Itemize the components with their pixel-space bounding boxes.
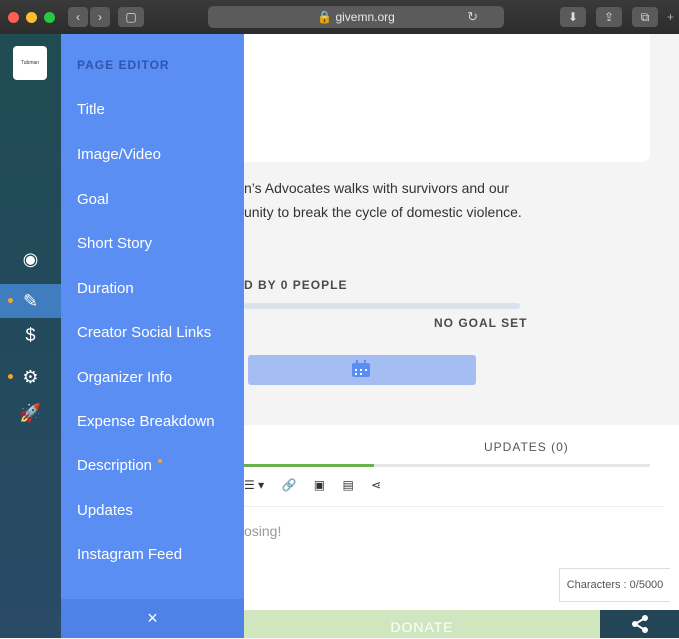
menu-item-instagram-feed[interactable]: Instagram Feed: [77, 546, 182, 563]
address-bar[interactable]: 🔒 givemn.org ↻: [208, 6, 504, 28]
rocket-icon[interactable]: 🚀: [0, 396, 61, 430]
menu-item-organizer-info[interactable]: Organizer Info: [77, 369, 172, 386]
organization-logo[interactable]: Tubman: [13, 46, 47, 80]
new-tab-icon[interactable]: +: [662, 7, 679, 27]
dollar-icon[interactable]: $: [0, 318, 61, 352]
reload-icon[interactable]: ↻: [467, 6, 478, 28]
date-button[interactable]: [248, 355, 476, 385]
editor-input[interactable]: osing!: [244, 523, 281, 539]
image-icon[interactable]: ▣: [314, 478, 325, 492]
pencil-icon[interactable]: ✎: [0, 284, 61, 318]
short-story: n’s Advocates walks with survivors and o…: [244, 176, 522, 224]
goal-status: NO GOAL SET: [434, 316, 528, 330]
menu-item-creator-social-links[interactable]: Creator Social Links: [77, 324, 211, 341]
menu-item-goal[interactable]: Goal: [77, 191, 109, 208]
menu-item-title[interactable]: Title: [77, 101, 105, 118]
page-editor-panel: PAGE EDITOR Title Image/Video Goal Short…: [61, 34, 244, 638]
gears-icon[interactable]: ⚙: [0, 360, 61, 394]
media-card: [244, 34, 650, 162]
menu-item-duration[interactable]: Duration: [77, 280, 134, 297]
editor-toolbar: ☰ ▾ 🔗 ▣ ▤ ⋖: [244, 478, 395, 492]
close-panel-button[interactable]: ×: [61, 599, 244, 638]
divider: [244, 506, 664, 507]
active-tab-indicator: [244, 464, 374, 467]
story-line: n’s Advocates walks with survivors and o…: [244, 180, 510, 196]
story-line: unity to break the cycle of domestic vio…: [244, 204, 522, 220]
description-indicator: [158, 459, 163, 463]
eye-icon[interactable]: ◉: [0, 242, 61, 276]
menu-item-label: Description: [77, 457, 153, 474]
menu-item-expense-breakdown[interactable]: Expense Breakdown: [77, 413, 215, 430]
menu-item-image-video[interactable]: Image/Video: [77, 146, 161, 163]
calendar-icon: [352, 360, 370, 377]
share-nodes-icon[interactable]: ⋖: [371, 478, 381, 492]
menu-item-updates[interactable]: Updates: [77, 502, 133, 519]
share-button[interactable]: [600, 610, 679, 638]
lock-icon: 🔒: [317, 10, 333, 24]
video-icon[interactable]: ▤: [342, 478, 353, 492]
character-count: Characters : 0/5000: [559, 568, 670, 602]
close-window-button[interactable]: [8, 12, 19, 23]
active-indicator: [8, 298, 13, 303]
tabs-icon[interactable]: ⧉: [632, 7, 658, 27]
link-icon[interactable]: 🔗: [281, 478, 296, 492]
left-rail: Tubman ◉ ✎ $ ⚙ 🚀: [0, 34, 61, 638]
share-nodes-icon: [631, 615, 648, 633]
menu-item-description[interactable]: Description: [77, 457, 163, 474]
maximize-window-button[interactable]: [44, 12, 55, 23]
sidebar-toggle-icon[interactable]: ▢: [118, 7, 144, 27]
forward-icon[interactable]: ›: [90, 7, 110, 27]
raised-count: D BY 0 PEOPLE: [244, 278, 348, 292]
menu-item-short-story[interactable]: Short Story: [77, 235, 152, 252]
gears-indicator: [8, 374, 13, 379]
list-icon[interactable]: ☰ ▾: [244, 478, 264, 492]
donate-button[interactable]: DONATE: [244, 610, 600, 638]
tab-updates[interactable]: UPDATES (0): [484, 440, 569, 454]
download-icon[interactable]: ⬇: [560, 7, 586, 27]
share-icon[interactable]: ⇪: [596, 7, 622, 27]
minimize-window-button[interactable]: [26, 12, 37, 23]
url-text: givemn.org: [335, 10, 395, 24]
back-icon[interactable]: ‹: [68, 7, 88, 27]
progress-bar: [244, 303, 520, 309]
panel-heading: PAGE EDITOR: [77, 58, 170, 72]
browser-toolbar: ‹ › ▢ 🔒 givemn.org ↻ ⬇ ⇪ ⧉ +: [0, 0, 679, 34]
